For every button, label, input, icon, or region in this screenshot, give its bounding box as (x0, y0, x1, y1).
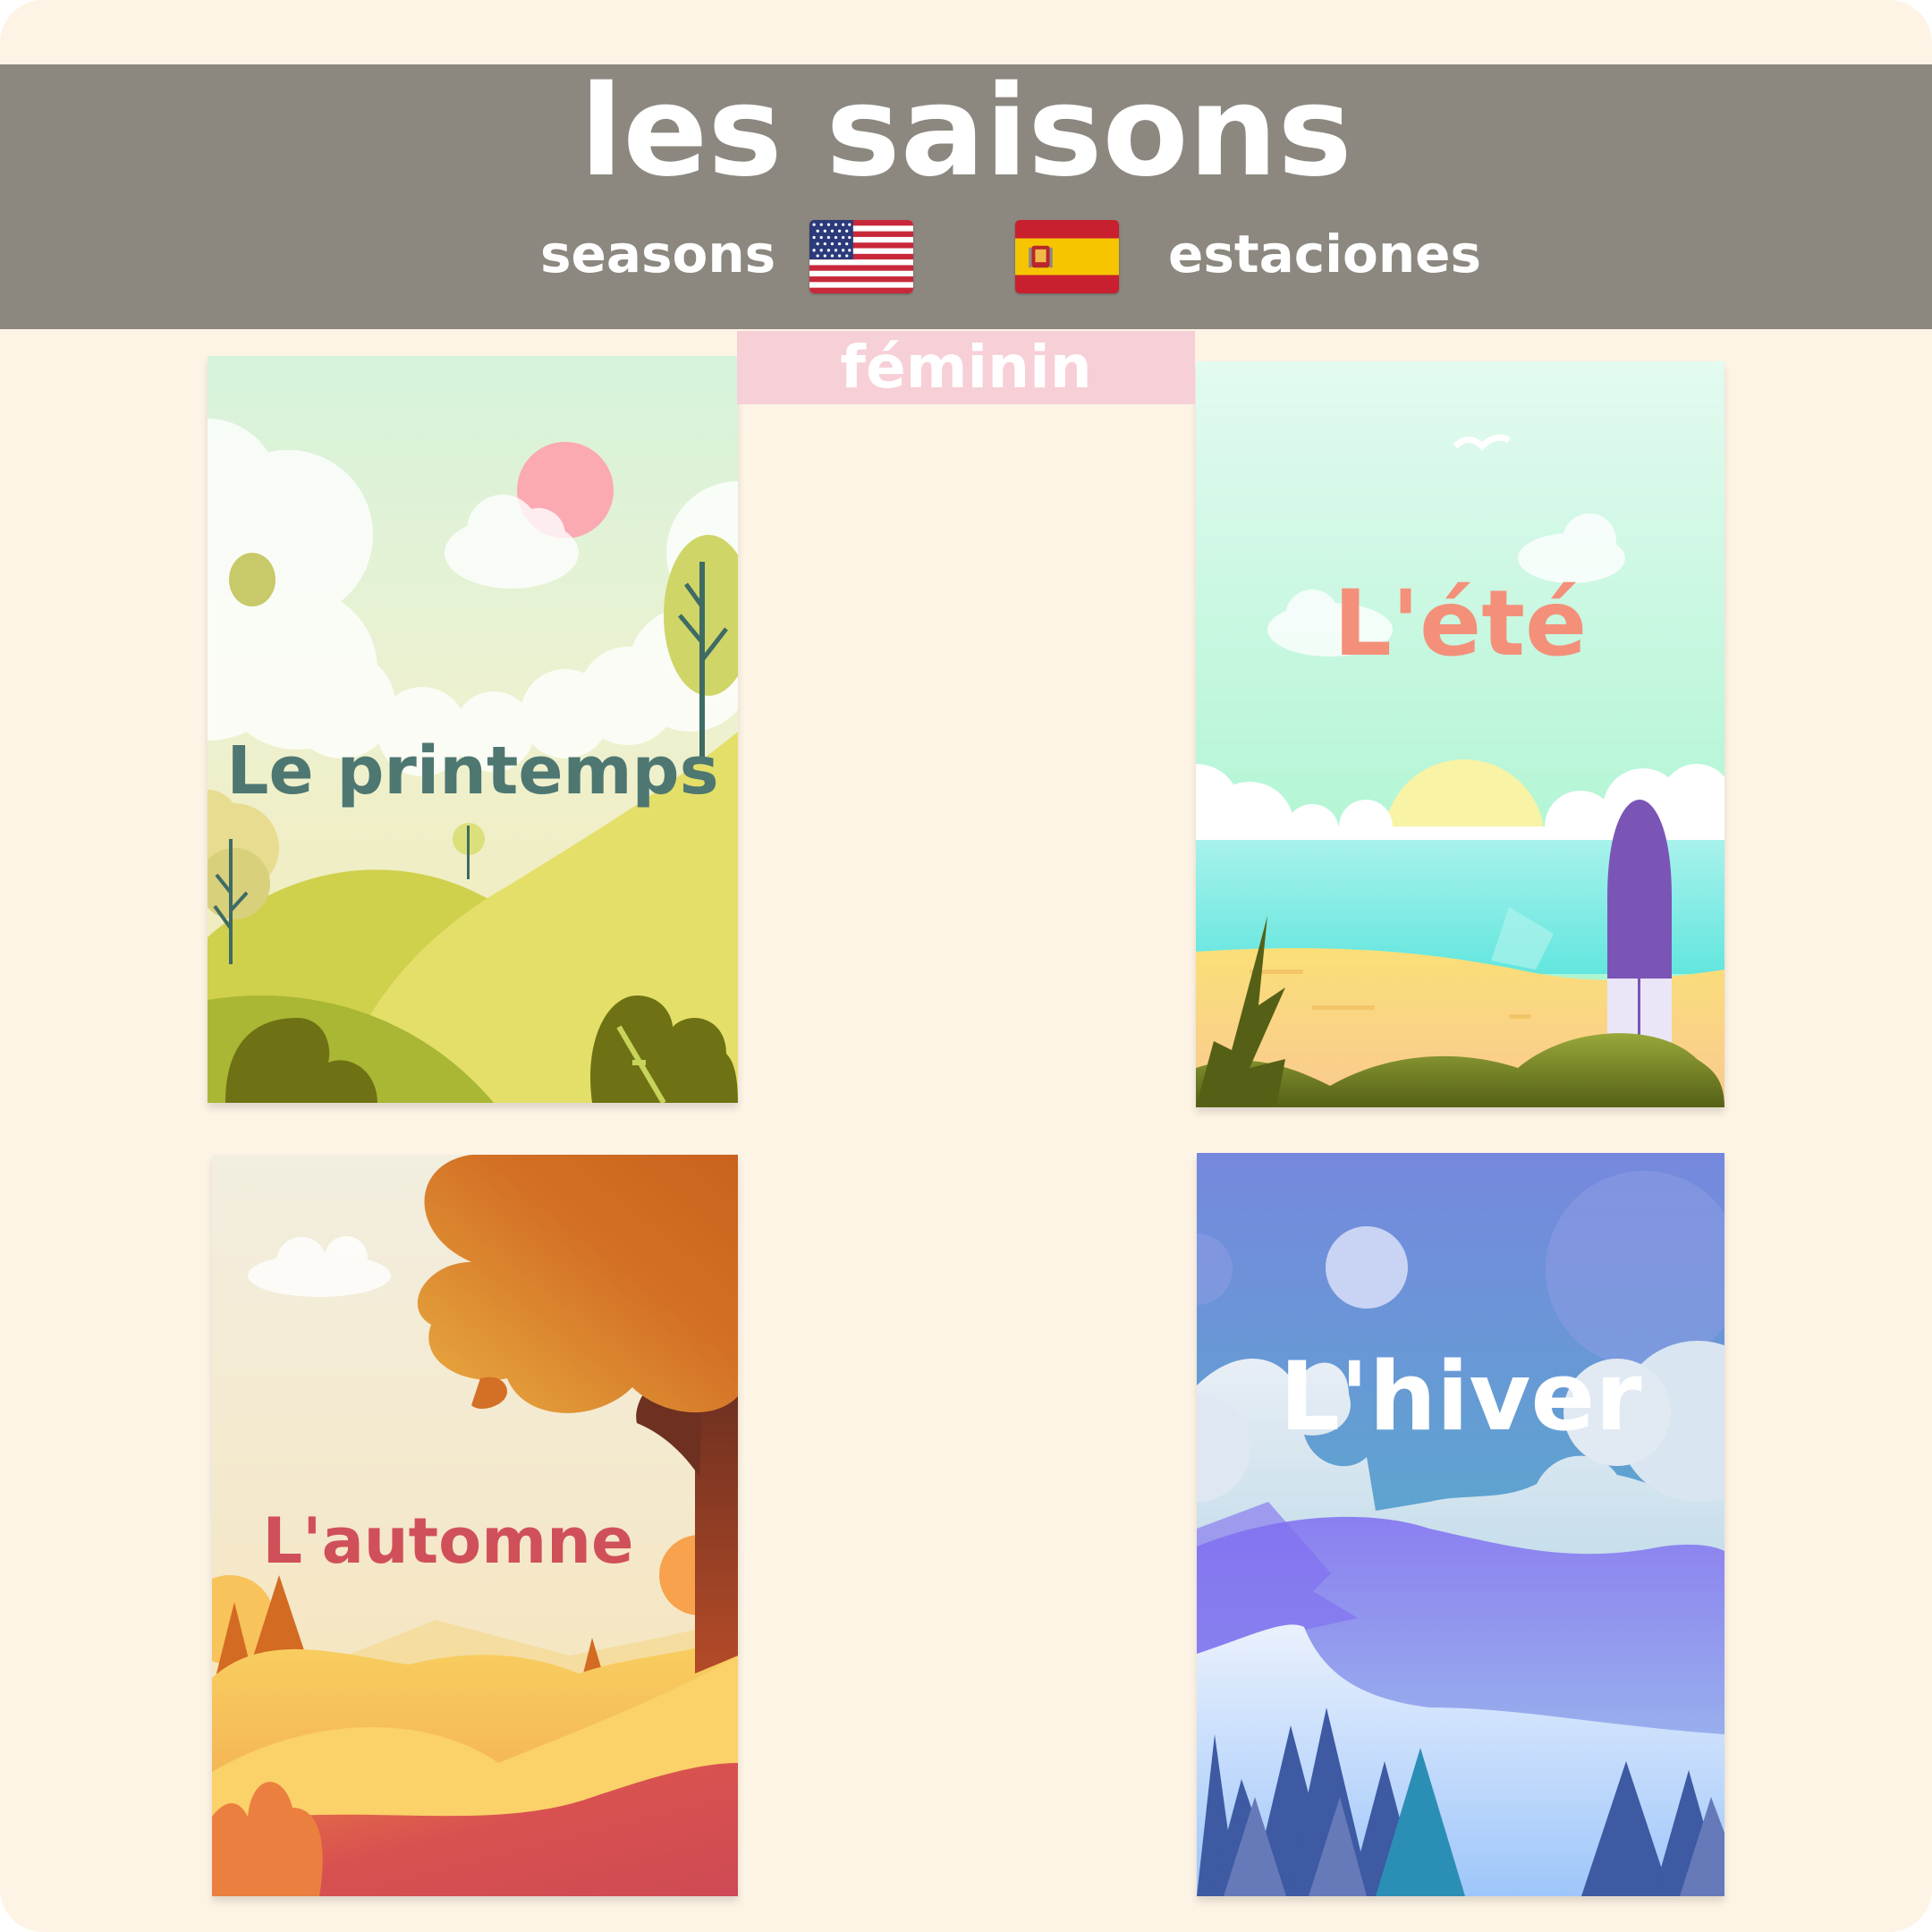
summer-label: L'été (1333, 571, 1588, 677)
autumn-label: L'automne (262, 1504, 634, 1578)
gender-badge: féminin (737, 331, 1195, 404)
winter-label: L'hiver (1279, 1342, 1642, 1452)
spanish-translation: estaciones (1168, 224, 1481, 284)
page-title: les saisons (580, 59, 1352, 205)
spain-flag-icon (1015, 220, 1119, 293)
autumn-card: L'automne (212, 1155, 738, 1896)
summer-illustration (1196, 361, 1724, 1107)
winter-illustration (1197, 1153, 1724, 1896)
english-translation: seasons (540, 224, 776, 284)
us-flag-icon (809, 220, 913, 293)
summer-card: L'été (1196, 361, 1724, 1107)
spring-illustration (208, 356, 738, 1103)
spring-card: Le printemps (208, 356, 738, 1103)
winter-card: L'hiver (1197, 1153, 1724, 1896)
spring-label: Le printemps (226, 733, 719, 809)
flashcard: les saisons seasons estaciones Le printe… (0, 0, 1932, 1932)
